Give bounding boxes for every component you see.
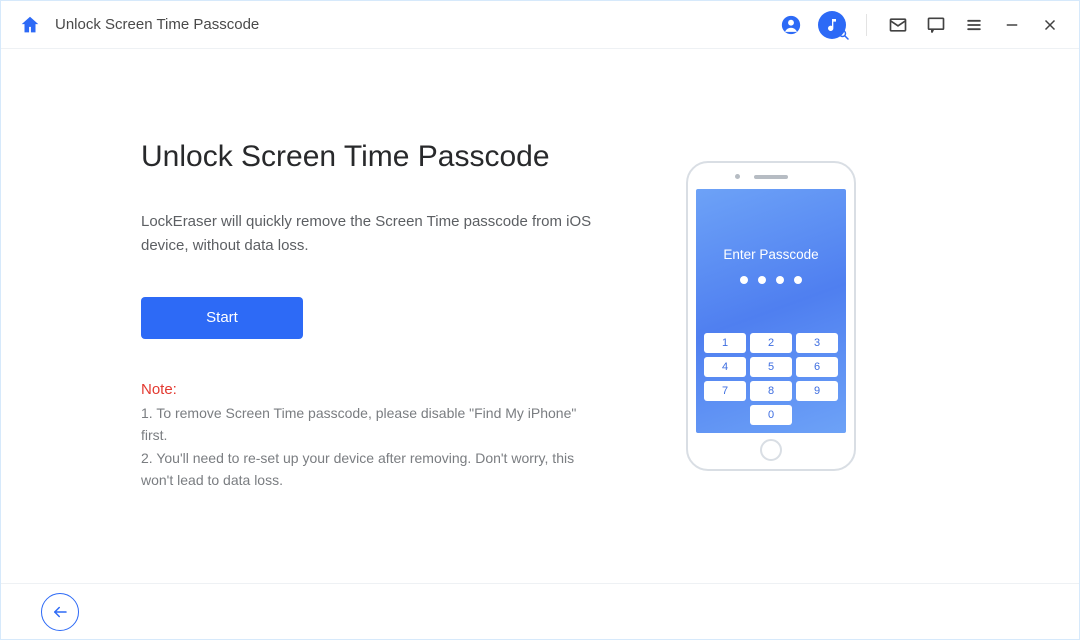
mail-icon[interactable] bbox=[887, 14, 909, 36]
phone-speaker-icon bbox=[754, 175, 788, 179]
footer bbox=[1, 583, 1079, 639]
close-button[interactable] bbox=[1039, 14, 1061, 36]
phone-screen: Enter Passcode 1 2 3 4 5 6 7 bbox=[696, 189, 846, 433]
keypad-key: 8 bbox=[750, 381, 792, 401]
music-app-icon[interactable] bbox=[818, 11, 846, 39]
left-column: Unlock Screen Time Passcode LockEraser w… bbox=[141, 140, 661, 491]
keypad-key: 6 bbox=[796, 357, 838, 377]
passcode-dots bbox=[740, 276, 802, 284]
passcode-label: Enter Passcode bbox=[723, 247, 818, 262]
passcode-dot bbox=[794, 276, 802, 284]
separator bbox=[866, 14, 867, 36]
keypad: 1 2 3 4 5 6 7 8 9 0 bbox=[696, 328, 846, 433]
phone-camera-icon bbox=[735, 174, 740, 179]
keypad-key: 7 bbox=[704, 381, 746, 401]
passcode-dot bbox=[740, 276, 748, 284]
keypad-key: 4 bbox=[704, 357, 746, 377]
menu-icon[interactable] bbox=[963, 14, 985, 36]
minimize-button[interactable] bbox=[1001, 14, 1023, 36]
phone-illustration: Enter Passcode 1 2 3 4 5 6 7 bbox=[686, 161, 856, 471]
app-window: Unlock Screen Time Passcode bbox=[0, 0, 1080, 640]
account-icon[interactable] bbox=[780, 14, 802, 36]
back-button[interactable] bbox=[41, 593, 79, 631]
note-text-1: 1. To remove Screen Time passcode, pleas… bbox=[141, 402, 601, 447]
start-button[interactable]: Start bbox=[141, 297, 303, 339]
keypad-key: 9 bbox=[796, 381, 838, 401]
passcode-dot bbox=[758, 276, 766, 284]
titlebar: Unlock Screen Time Passcode bbox=[1, 1, 1079, 49]
note-label: Note: bbox=[141, 381, 601, 398]
keypad-key: 0 bbox=[750, 405, 792, 425]
main-heading: Unlock Screen Time Passcode bbox=[141, 140, 601, 174]
home-icon[interactable] bbox=[19, 14, 41, 36]
content-area: Unlock Screen Time Passcode LockEraser w… bbox=[1, 49, 1079, 583]
keypad-key: 5 bbox=[750, 357, 792, 377]
keypad-key: 3 bbox=[796, 333, 838, 353]
phone-home-button-icon bbox=[760, 439, 782, 461]
feedback-icon[interactable] bbox=[925, 14, 947, 36]
right-column: Enter Passcode 1 2 3 4 5 6 7 bbox=[661, 161, 881, 471]
keypad-key: 2 bbox=[750, 333, 792, 353]
description-text: LockEraser will quickly remove the Scree… bbox=[141, 210, 601, 257]
passcode-dot bbox=[776, 276, 784, 284]
page-title: Unlock Screen Time Passcode bbox=[55, 16, 259, 33]
keypad-key: 1 bbox=[704, 333, 746, 353]
note-text-2: 2. You'll need to re-set up your device … bbox=[141, 447, 601, 492]
arrow-left-icon bbox=[51, 603, 69, 621]
